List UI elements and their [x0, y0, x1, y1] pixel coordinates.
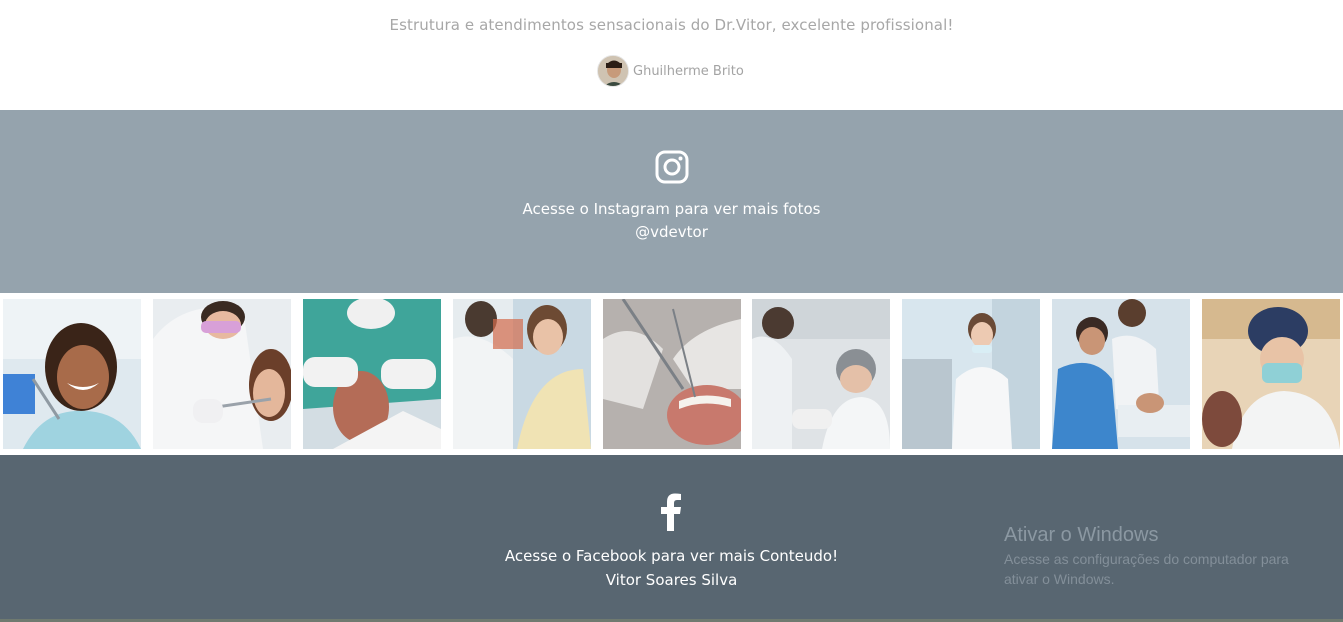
gallery-photo-2[interactable]: [153, 299, 291, 449]
gallery-photo-7[interactable]: [902, 299, 1040, 449]
gallery-photo-6[interactable]: [752, 299, 890, 449]
watermark-line1: Acesse as configurações do computador pa…: [1004, 551, 1289, 567]
windows-activation-watermark: Ativar o Windows Acesse as configurações…: [1004, 524, 1289, 589]
instagram-icon[interactable]: [654, 149, 690, 185]
author-avatar: [597, 55, 629, 87]
instagram-cta-text: Acesse o Instagram para ver mais fotos: [522, 200, 821, 218]
author-name: Ghuilherme Brito: [633, 63, 744, 79]
watermark-line2: ativar o Windows.: [1004, 571, 1115, 587]
gallery-photo-9[interactable]: [1202, 299, 1340, 449]
facebook-icon[interactable]: [660, 493, 682, 531]
testimonial-quote: Estrutura e atendimentos sensacionais do…: [389, 16, 954, 34]
watermark-title: Ativar o Windows: [1004, 524, 1159, 546]
photo-gallery: [0, 293, 1343, 455]
instagram-cta[interactable]: Acesse o Instagram para ver mais fotos @…: [0, 198, 1343, 244]
gallery-photo-3[interactable]: [303, 299, 441, 449]
gallery-photo-5[interactable]: [603, 299, 741, 449]
gallery-photo-1[interactable]: [3, 299, 141, 449]
testimonial-section: Estrutura e atendimentos sensacionais do…: [0, 0, 1343, 110]
instagram-handle[interactable]: @vdevtor: [0, 221, 1343, 244]
gallery-photo-8[interactable]: [1052, 299, 1190, 449]
gallery-photo-4[interactable]: [453, 299, 591, 449]
testimonial-author: Ghuilherme Brito: [597, 55, 744, 87]
